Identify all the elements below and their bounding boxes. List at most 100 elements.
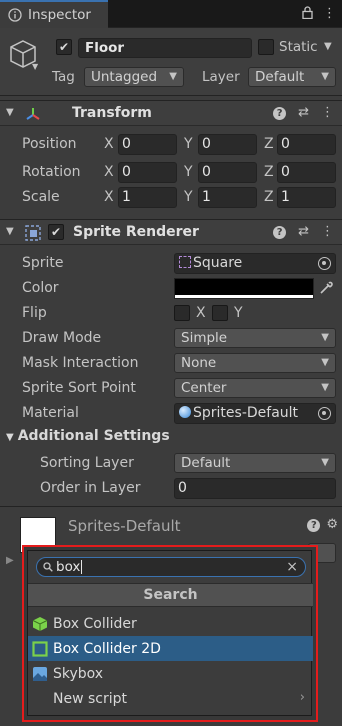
icon-dropdown-caret-icon[interactable]: ▼ (32, 62, 38, 71)
gear-icon[interactable]: ⚙ (326, 517, 338, 532)
component-search-input[interactable]: box × (36, 557, 306, 577)
scale-z-field[interactable]: 1 (277, 187, 336, 208)
flip-y-checkbox[interactable] (212, 305, 228, 321)
axis-y-label: Y (184, 189, 193, 205)
skybox-icon (33, 666, 47, 681)
tab-bar: Inspector ⋮ (0, 0, 342, 28)
material-field[interactable]: Sprites-Default (174, 403, 336, 424)
popup-body: box × Search Box Collider Box Collider 2… (27, 550, 313, 716)
static-checkbox[interactable] (258, 39, 274, 55)
transform-tools: ? ⇄ ⋮ (273, 105, 334, 120)
sprite-renderer-enabled-checkbox[interactable]: ✔ (48, 224, 64, 240)
result-box-collider[interactable]: Box Collider (28, 611, 313, 636)
sorting-layer-dropdown[interactable]: Default ▼ (174, 453, 336, 473)
shader-foldout-icon[interactable]: ▶ (6, 555, 14, 566)
preset-sliders-icon[interactable]: ⇄ (298, 105, 309, 120)
rotation-z-field[interactable]: 0 (277, 162, 336, 183)
help-icon[interactable]: ? (273, 226, 287, 239)
search-icon (43, 562, 53, 572)
material-tools: ? ⚙ (307, 517, 338, 532)
help-icon[interactable]: ? (273, 107, 287, 120)
position-z-field[interactable]: 0 (277, 134, 336, 155)
chevron-down-icon: ▼ (321, 357, 329, 368)
axis-z-label: Z (264, 136, 274, 152)
material-value: Sprites-Default (193, 405, 299, 421)
axis-y-label: Y (184, 136, 193, 152)
sort-point-value: Center (181, 380, 227, 396)
result-box-collider-2d[interactable]: Box Collider 2D (28, 636, 313, 661)
result-label: Skybox (53, 665, 104, 682)
clear-search-icon[interactable]: × (286, 559, 298, 575)
menu-kebab-icon[interactable]: ⋮ (323, 6, 336, 21)
help-icon[interactable]: ? (307, 519, 321, 532)
mask-interaction-label: Mask Interaction (22, 355, 139, 371)
menu-kebab-icon[interactable]: ⋮ (321, 224, 334, 239)
object-picker-icon[interactable] (318, 407, 331, 420)
transform-axes-icon (26, 108, 40, 120)
result-new-script[interactable]: New script › (28, 686, 313, 711)
layer-dropdown[interactable]: Default ▼ (248, 67, 336, 87)
chevron-down-icon: ▼ (169, 71, 177, 82)
flip-x-checkbox[interactable] (174, 305, 190, 321)
material-preview-name: Sprites-Default (68, 517, 181, 535)
chevron-down-icon: ▼ (321, 71, 329, 82)
fold-arrow-icon[interactable]: ▼ (6, 432, 14, 443)
text-cursor (81, 560, 83, 574)
transform-header[interactable]: ▼ Transform ? ⇄ ⋮ (0, 100, 342, 126)
tag-label: Tag (52, 69, 75, 85)
search-results-title: Search (28, 583, 313, 607)
sprite-field[interactable]: Square (174, 253, 336, 274)
scale-y-field[interactable]: 1 (198, 187, 257, 208)
rotation-x-field[interactable]: 0 (118, 162, 177, 183)
lock-icon[interactable] (302, 6, 313, 19)
mask-interaction-value: None (181, 355, 217, 371)
sorting-layer-label: Sorting Layer (40, 455, 134, 471)
fold-arrow-icon[interactable]: ▼ (6, 107, 14, 118)
rotation-y-field[interactable]: 0 (198, 162, 257, 183)
scale-x-field[interactable]: 1 (118, 187, 177, 208)
position-x-field[interactable]: 0 (118, 134, 177, 155)
sort-point-dropdown[interactable]: Center ▼ (174, 378, 336, 398)
sprite-renderer-header[interactable]: ▼ ✔ Sprite Renderer ? ⇄ ⋮ (0, 219, 342, 245)
fold-arrow-icon[interactable]: ▼ (6, 226, 14, 237)
object-name-field[interactable]: Floor (78, 38, 252, 58)
flip-x-label: X (196, 305, 206, 321)
color-swatch[interactable] (174, 278, 314, 299)
sprite-asset-icon (179, 256, 191, 268)
static-dropdown-caret-icon[interactable]: ▼ (324, 41, 332, 52)
transform-title: Transform (72, 105, 152, 121)
menu-kebab-icon[interactable]: ⋮ (321, 105, 334, 120)
object-picker-icon[interactable] (318, 257, 331, 270)
tag-dropdown[interactable]: Untagged ▼ (84, 67, 184, 87)
active-checkbox[interactable]: ✔ (56, 39, 72, 55)
tab-inspector[interactable]: Inspector (0, 0, 108, 28)
chevron-down-icon: ▼ (321, 332, 329, 343)
additional-settings-foldout[interactable]: ▼ Additional Settings (6, 428, 170, 444)
sprite-renderer-tools: ? ⇄ ⋮ (273, 224, 334, 239)
order-in-layer-row: Order in Layer 0 (0, 476, 342, 501)
scale-row: Scale X 1 Y 1 Z 1 (0, 185, 342, 210)
layer-label: Layer (202, 69, 240, 85)
order-in-layer-field[interactable]: 0 (174, 478, 336, 499)
eyedropper-icon[interactable] (318, 280, 334, 296)
flip-label: Flip (22, 305, 47, 321)
sprite-label: Sprite (22, 255, 64, 271)
draw-mode-row: Draw Mode Simple ▼ (0, 326, 342, 351)
info-icon (8, 8, 22, 22)
result-label: New script (53, 690, 127, 707)
draw-mode-dropdown[interactable]: Simple ▼ (174, 328, 336, 348)
order-in-layer-label: Order in Layer (40, 480, 141, 496)
position-row: Position X 0 Y 0 Z 0 (0, 132, 342, 157)
sorting-layer-value: Default (181, 455, 231, 471)
add-component-popup: box × Search Box Collider Box Collider 2… (22, 545, 318, 722)
material-label: Material (22, 405, 79, 421)
result-label: Box Collider (53, 615, 137, 632)
mask-interaction-dropdown[interactable]: None ▼ (174, 353, 336, 373)
sort-point-row: Sprite Sort Point Center ▼ (0, 376, 342, 401)
preset-sliders-icon[interactable]: ⇄ (298, 224, 309, 239)
position-y-field[interactable]: 0 (198, 134, 257, 155)
color-label: Color (22, 280, 59, 296)
static-label: Static (279, 39, 318, 55)
result-skybox[interactable]: Skybox (28, 661, 313, 686)
mask-interaction-row: Mask Interaction None ▼ (0, 351, 342, 376)
